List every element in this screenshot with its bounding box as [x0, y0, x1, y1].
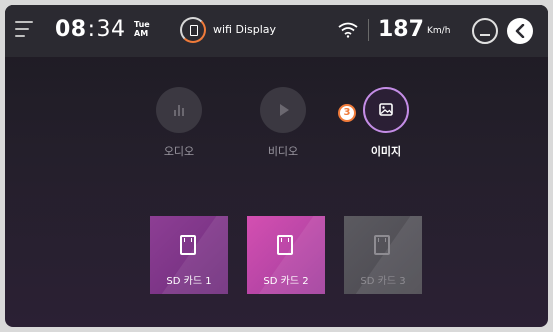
- image-icon: [379, 103, 393, 116]
- sd-card-status-icon: [180, 17, 206, 43]
- clock: 08:34: [55, 17, 126, 42]
- sd-card-icon: [180, 235, 196, 255]
- back-button[interactable]: [507, 18, 533, 44]
- clock-minute: 34: [96, 17, 126, 42]
- day-label: Tue: [134, 20, 150, 29]
- tab-audio[interactable]: 오디오: [154, 87, 204, 158]
- minimize-icon: [480, 34, 490, 36]
- image-count-badge: 3: [338, 104, 356, 122]
- sd-card-2-label: SD 카드 2: [263, 276, 309, 287]
- sd-card-3-button[interactable]: SD 카드 3: [344, 216, 422, 294]
- minimize-button[interactable]: [472, 18, 498, 44]
- clock-hour: 08: [55, 17, 87, 42]
- sd-card-3-label: SD 카드 3: [360, 276, 406, 287]
- tab-audio-circle: [156, 87, 202, 133]
- sd-card-icon: [277, 235, 293, 255]
- sd-card-icon: [374, 235, 390, 255]
- tab-image-label: 이미지: [370, 145, 402, 158]
- tab-video-label: 비디오: [267, 145, 299, 158]
- sd-card-1-button[interactable]: SD 카드 1: [150, 216, 228, 294]
- equalizer-icon: [174, 105, 184, 116]
- sd-card-2-button[interactable]: SD 카드 2: [247, 216, 325, 294]
- source-label: wifi Display: [213, 23, 277, 36]
- head-unit-screen: 08:34 Tue AM wifi Display 187 Km/h 오디오 비…: [5, 5, 548, 327]
- status-divider: [368, 19, 369, 41]
- menu-icon[interactable]: [15, 19, 33, 39]
- wifi-icon: [338, 22, 358, 38]
- sd-card-1-label: SD 카드 1: [166, 276, 212, 287]
- tab-video[interactable]: 비디오: [258, 87, 308, 158]
- tab-audio-label: 오디오: [163, 145, 195, 158]
- day-indicator: Tue AM: [134, 20, 150, 38]
- status-bar: 08:34 Tue AM wifi Display 187 Km/h: [5, 5, 548, 57]
- tab-video-circle: [260, 87, 306, 133]
- speed-unit: Km/h: [427, 26, 451, 36]
- chevron-left-icon: [515, 24, 525, 38]
- clock-separator: :: [87, 17, 96, 42]
- tab-image-circle: [363, 87, 409, 133]
- ampm-label: AM: [134, 29, 149, 38]
- tab-image[interactable]: 이미지: [361, 87, 411, 158]
- play-icon: [280, 104, 289, 116]
- speed-value: 187: [378, 17, 424, 42]
